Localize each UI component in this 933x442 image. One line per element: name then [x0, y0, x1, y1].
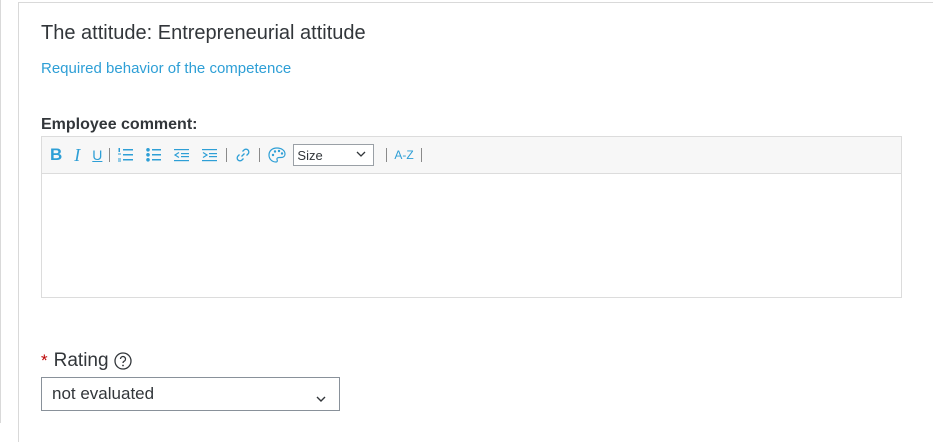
bold-button[interactable]: B: [50, 144, 62, 166]
page-left-border: [0, 0, 1, 423]
italic-button[interactable]: I: [74, 144, 80, 166]
employee-comment-label: Employee comment:: [41, 116, 198, 133]
required-behavior-link[interactable]: Required behavior of the competence: [41, 60, 291, 77]
toolbar-separator: [386, 148, 388, 162]
rating-select[interactable]: not evaluated: [41, 377, 340, 411]
rich-text-toolbar: B I U Size A-Z: [41, 136, 902, 173]
required-marker: *: [41, 351, 48, 370]
indent-icon[interactable]: [201, 144, 219, 166]
bullet-list-icon[interactable]: [145, 144, 163, 166]
link-icon[interactable]: [234, 144, 252, 166]
rating-selected-value: not evaluated: [52, 384, 155, 403]
chevron-down-icon: [315, 390, 327, 410]
ordered-list-icon[interactable]: [117, 144, 135, 166]
color-palette-icon[interactable]: [267, 144, 287, 166]
employee-comment-editor[interactable]: [41, 173, 902, 298]
competence-title: The attitude: Entrepreneurial attitude: [41, 22, 366, 44]
az-button[interactable]: A-Z: [394, 144, 413, 166]
toolbar-separator: [259, 148, 261, 162]
toolbar-separator: [420, 148, 422, 162]
toolbar-separator: [109, 148, 111, 162]
font-size-select[interactable]: Size: [293, 144, 375, 166]
underline-button[interactable]: U: [92, 144, 102, 166]
outdent-icon[interactable]: [173, 144, 191, 166]
rating-label-row: * Rating: [41, 350, 133, 372]
help-icon[interactable]: [113, 351, 133, 371]
font-size-value: Size: [297, 147, 323, 163]
chevron-down-icon: [355, 148, 367, 163]
rating-label: Rating: [53, 350, 109, 371]
toolbar-separator: [226, 148, 228, 162]
